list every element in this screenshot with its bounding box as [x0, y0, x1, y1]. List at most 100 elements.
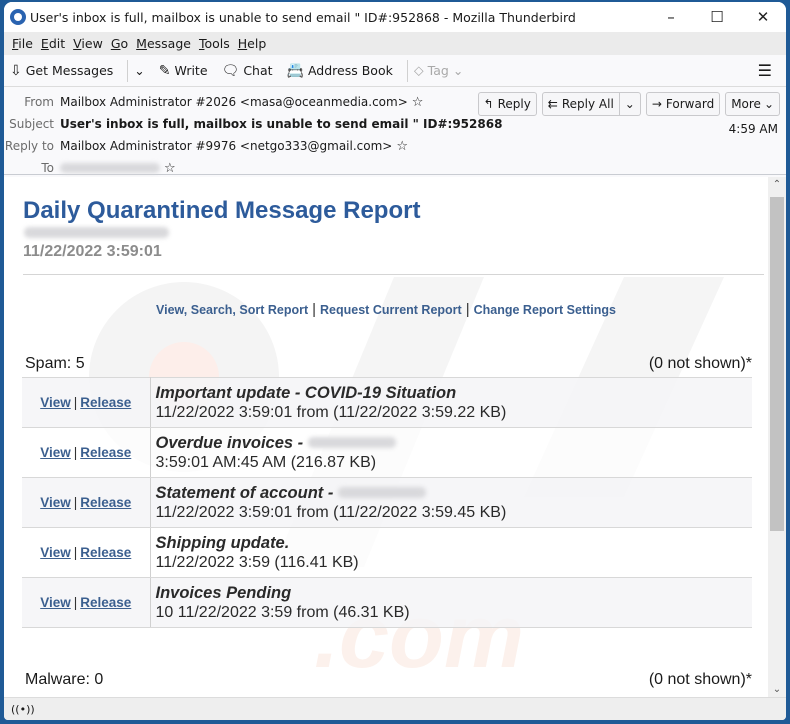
forward-button[interactable]: → Forward — [645, 92, 721, 116]
quarantine-table: View | Release Important update - COVID-19 … — [22, 377, 752, 628]
message-detail: 10 11/22/2022 3:59 from (46.31 KB) — [155, 603, 410, 621]
message-detail: 11/22/2022 3:59 (116.41 KB) — [155, 553, 359, 571]
release-link[interactable]: Release — [80, 495, 131, 510]
view-link[interactable]: View — [40, 395, 71, 410]
menu-go-label: o — [120, 36, 129, 51]
view-link[interactable]: View — [40, 545, 71, 560]
get-messages-dropdown[interactable]: ⌄ — [134, 63, 144, 78]
write-button[interactable]: ✎ Write — [159, 63, 208, 79]
menu-tools[interactable]: Tools — [199, 36, 230, 51]
row-actions: View | Release — [22, 527, 151, 578]
release-link[interactable]: Release — [80, 395, 131, 410]
menu-message[interactable]: Message — [136, 36, 191, 51]
message-detail: 11/22/2022 3:59:01 from (11/22/2022 3:59… — [155, 503, 507, 521]
reply-all-dropdown[interactable]: ⌄ — [619, 92, 641, 116]
request-current-report-link[interactable]: Request Current Report — [320, 303, 462, 317]
message-subject: Overdue invoices - — [155, 433, 304, 452]
reply-button[interactable]: ↰ Reply — [477, 92, 537, 116]
scroll-down-arrow-icon[interactable]: ⌄ — [768, 684, 786, 695]
report-recipient-redacted — [24, 227, 169, 241]
to-value-redacted[interactable] — [60, 163, 160, 173]
more-button[interactable]: More ⌄ — [725, 92, 780, 116]
message-subject: Shipping update. — [155, 533, 290, 552]
menu-help[interactable]: Help — [238, 36, 267, 51]
header-reply-to-row: Reply to Mailbox Administrator #9976 <ne… — [4, 135, 786, 157]
scroll-up-arrow-icon[interactable]: ⌃ — [768, 179, 786, 190]
message-time: 4:59 AM — [728, 122, 778, 136]
title-bar: User's inbox is full, mailbox is unable … — [4, 2, 786, 32]
minimize-button[interactable]: – — [648, 2, 694, 32]
star-icon[interactable]: ☆ — [164, 161, 176, 176]
view-link[interactable]: View — [40, 445, 71, 460]
address-book-icon: 📇 — [286, 62, 304, 79]
from-value[interactable]: Mailbox Administrator #2026 <masa@oceanm… — [60, 95, 408, 109]
scrollbar-thumb[interactable] — [770, 197, 784, 531]
write-label: Write — [174, 63, 208, 78]
menu-edit[interactable]: Edit — [41, 36, 65, 51]
close-button[interactable]: ✕ — [740, 2, 786, 32]
reply-label: Reply — [497, 97, 531, 111]
menu-help-label: elp — [247, 36, 267, 51]
maximize-button[interactable]: ☐ — [694, 2, 740, 32]
message-subject-line: Shipping update. — [156, 534, 753, 553]
release-link[interactable]: Release — [80, 445, 131, 460]
quarantine-row: View | Release Important update - COVID-19 … — [22, 377, 752, 428]
divider — [23, 274, 764, 275]
chevron-down-icon: ⌄ — [763, 97, 774, 111]
row-actions: View | Release — [22, 377, 151, 428]
reply-all-button[interactable]: ⇇ Reply All — [541, 92, 620, 116]
release-link[interactable]: Release — [80, 545, 131, 560]
address-book-button[interactable]: 📇 Address Book — [287, 63, 393, 79]
release-link[interactable]: Release — [80, 595, 131, 610]
header-subject-row: Subject User's inbox is full, mailbox is… — [4, 113, 786, 135]
chevron-down-icon: ⌄ — [624, 97, 635, 111]
more-label: More — [731, 97, 761, 111]
window-controls: – ☐ ✕ — [648, 2, 786, 32]
view-link[interactable]: View — [40, 595, 71, 610]
vertical-scrollbar[interactable]: ⌃ ⌄ — [768, 177, 786, 697]
toolbar-divider — [406, 59, 408, 82]
quarantine-row: View | Release Overdue invoices - 3:59:01 A… — [22, 427, 752, 478]
reply-arrow-icon: ↰ — [483, 97, 494, 111]
subject-value: User's inbox is full, mailbox is unable … — [60, 117, 503, 131]
get-messages-button[interactable]: ⇩ Get Messages — [10, 63, 113, 79]
row-actions: View | Release — [22, 477, 151, 528]
link-separator: | — [312, 301, 317, 318]
forward-label: Forward — [665, 97, 715, 111]
from-label: From — [24, 95, 54, 109]
malware-not-shown: (0 not shown)* — [648, 671, 752, 688]
forward-arrow-icon: → — [651, 97, 662, 111]
menu-bar: File Edit View Go Message Tools Help — [4, 32, 786, 55]
reply-all-split-button: ⇇ Reply All ⌄ — [541, 92, 641, 116]
menu-go[interactable]: Go — [111, 36, 128, 51]
message-subject-line: Invoices Pending — [156, 584, 753, 603]
chat-button[interactable]: 🗨 Chat — [222, 63, 273, 79]
download-tray-icon: ⇩ — [10, 62, 22, 79]
menu-view[interactable]: View — [73, 36, 103, 51]
star-icon[interactable]: ☆ — [396, 139, 408, 154]
menu-help-accel: H — [237, 36, 248, 51]
action-separator: | — [73, 445, 78, 460]
action-separator: | — [73, 395, 78, 410]
online-status-icon[interactable]: ((•)) — [11, 703, 35, 716]
message-subject: Important update - COVID-19 Situation — [155, 383, 457, 402]
app-menu-hamburger-icon[interactable]: ☰ — [758, 61, 772, 80]
menu-file[interactable]: File — [12, 36, 33, 51]
menu-edit-label: dit — [48, 36, 66, 51]
change-report-settings-link[interactable]: Change Report Settings — [474, 303, 616, 317]
header-to-row: To ☆ — [4, 157, 786, 179]
message-body: .com Daily Quarantined Message Report 11… — [4, 177, 768, 697]
reply-to-value[interactable]: Mailbox Administrator #9976 <netgo333@gm… — [60, 139, 392, 153]
view-link[interactable]: View — [40, 495, 71, 510]
tag-button[interactable]: ⬦ Tag ⌄ — [414, 63, 463, 79]
report-title: Daily Quarantined Message Report — [23, 197, 421, 224]
message-header: From Mailbox Administrator #2026 <masa@o… — [4, 87, 786, 176]
menu-file-label: ile — [18, 36, 33, 51]
address-book-label: Address Book — [307, 63, 393, 78]
message-info: Overdue invoices - 3:59:01 AM:45 AM (216… — [150, 427, 752, 478]
star-icon[interactable]: ☆ — [412, 95, 424, 110]
action-separator: | — [73, 495, 78, 510]
action-separator: | — [73, 545, 78, 560]
view-search-sort-report-link[interactable]: View, Search, Sort Report — [156, 303, 308, 317]
blurred-email — [24, 227, 169, 238]
